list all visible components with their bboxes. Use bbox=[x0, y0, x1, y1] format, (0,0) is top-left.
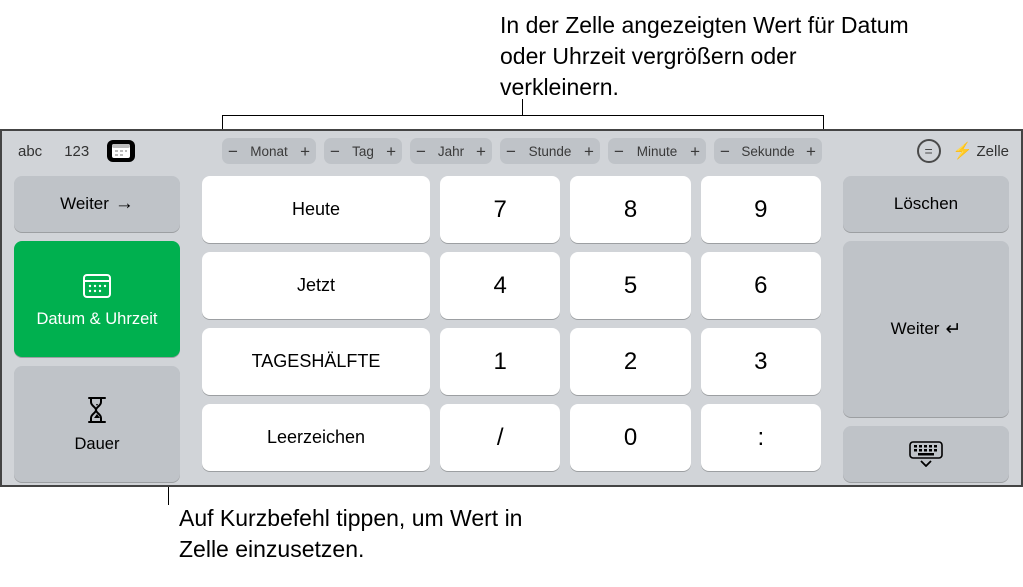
callout-line bbox=[222, 115, 223, 129]
stepper-decrement[interactable]: − bbox=[614, 143, 624, 160]
mode-datum-uhrzeit[interactable]: Datum & Uhrzeit bbox=[14, 241, 180, 357]
mode-abc[interactable]: abc bbox=[14, 141, 46, 162]
center-keypad: Heute 7 8 9 Jetzt 4 5 6 TAGESHÄLFTE 1 2 … bbox=[202, 176, 821, 469]
shortcut-leerzeichen[interactable]: Leerzeichen bbox=[202, 404, 430, 471]
date-time-keyboard: abc 123 − Monat + − Tag + − Jahr + bbox=[0, 129, 1023, 487]
key-7[interactable]: 7 bbox=[440, 176, 560, 243]
loeschen-button[interactable]: Löschen bbox=[843, 176, 1009, 232]
keyboard-dismiss-icon bbox=[909, 441, 943, 467]
hourglass-icon bbox=[82, 395, 112, 425]
annotation-top: In der Zelle angezeigten Wert für Datum … bbox=[500, 10, 920, 103]
stepper-decrement[interactable]: − bbox=[720, 143, 730, 160]
mode-123[interactable]: 123 bbox=[60, 141, 93, 162]
left-column: Weiter → Datum & Uhrzeit Dauer bbox=[14, 176, 180, 482]
zelle-label: Zelle bbox=[976, 143, 1009, 160]
mode-label: Dauer bbox=[75, 435, 120, 454]
stepper-decrement[interactable]: − bbox=[228, 143, 238, 160]
weiter-button[interactable]: Weiter → bbox=[14, 176, 180, 232]
stepper-decrement[interactable]: − bbox=[416, 143, 426, 160]
stepper-row: − Monat + − Tag + − Jahr + − Stunde + − bbox=[222, 138, 822, 164]
return-icon: ↵ bbox=[945, 318, 961, 341]
arrow-right-icon: → bbox=[115, 193, 134, 215]
annotation-bottom: Auf Kurzbefehl tippen, um Wert in Zelle … bbox=[179, 503, 559, 565]
stepper-increment[interactable]: + bbox=[300, 143, 310, 160]
stepper-jahr: − Jahr + bbox=[410, 138, 492, 164]
right-column: Löschen Weiter ↵ bbox=[843, 176, 1009, 482]
mode-datetime-icon[interactable] bbox=[107, 140, 135, 162]
stepper-label: Minute bbox=[637, 144, 678, 159]
shortcut-jetzt[interactable]: Jetzt bbox=[202, 252, 430, 319]
weiter-label: Weiter bbox=[60, 194, 109, 214]
key-4[interactable]: 4 bbox=[440, 252, 560, 319]
key-8[interactable]: 8 bbox=[570, 176, 690, 243]
stepper-label: Monat bbox=[250, 144, 288, 159]
weiter-label: Weiter bbox=[891, 319, 940, 339]
callout-line bbox=[823, 115, 824, 129]
formula-icon[interactable]: = bbox=[917, 139, 941, 163]
callout-line bbox=[222, 115, 824, 116]
key-5[interactable]: 5 bbox=[570, 252, 690, 319]
stepper-minute: − Minute + bbox=[608, 138, 706, 164]
key-0[interactable]: 0 bbox=[570, 404, 690, 471]
stepper-monat: − Monat + bbox=[222, 138, 316, 164]
stepper-sekunde: − Sekunde + bbox=[714, 138, 822, 164]
toolbar: abc 123 − Monat + − Tag + − Jahr + bbox=[2, 131, 1021, 171]
key-6[interactable]: 6 bbox=[701, 252, 821, 319]
calendar-icon bbox=[82, 270, 112, 300]
stepper-label: Jahr bbox=[438, 144, 464, 159]
stepper-increment[interactable]: + bbox=[386, 143, 396, 160]
key-3[interactable]: 3 bbox=[701, 328, 821, 395]
mode-dauer[interactable]: Dauer bbox=[14, 366, 180, 482]
stepper-tag: − Tag + bbox=[324, 138, 402, 164]
zelle-button[interactable]: ⚡ Zelle bbox=[953, 141, 1009, 161]
key-1[interactable]: 1 bbox=[440, 328, 560, 395]
key-9[interactable]: 9 bbox=[701, 176, 821, 243]
mode-label: Datum & Uhrzeit bbox=[36, 310, 157, 329]
shortcut-heute[interactable]: Heute bbox=[202, 176, 430, 243]
stepper-label: Stunde bbox=[529, 144, 572, 159]
stepper-stunde: − Stunde + bbox=[500, 138, 600, 164]
key-colon[interactable]: : bbox=[701, 404, 821, 471]
stepper-decrement[interactable]: − bbox=[330, 143, 340, 160]
key-2[interactable]: 2 bbox=[570, 328, 690, 395]
key-slash[interactable]: / bbox=[440, 404, 560, 471]
stepper-increment[interactable]: + bbox=[476, 143, 486, 160]
dismiss-keyboard-button[interactable] bbox=[843, 426, 1009, 482]
shortcut-tageshaelfte[interactable]: TAGESHÄLFTE bbox=[202, 328, 430, 395]
stepper-label: Sekunde bbox=[741, 144, 794, 159]
stepper-increment[interactable]: + bbox=[806, 143, 816, 160]
stepper-label: Tag bbox=[352, 144, 374, 159]
bolt-icon: ⚡ bbox=[953, 141, 973, 161]
stepper-increment[interactable]: + bbox=[690, 143, 700, 160]
stepper-decrement[interactable]: − bbox=[506, 143, 516, 160]
callout-line bbox=[522, 99, 523, 116]
weiter-return-button[interactable]: Weiter ↵ bbox=[843, 241, 1009, 417]
stepper-increment[interactable]: + bbox=[584, 143, 594, 160]
loeschen-label: Löschen bbox=[894, 194, 958, 214]
